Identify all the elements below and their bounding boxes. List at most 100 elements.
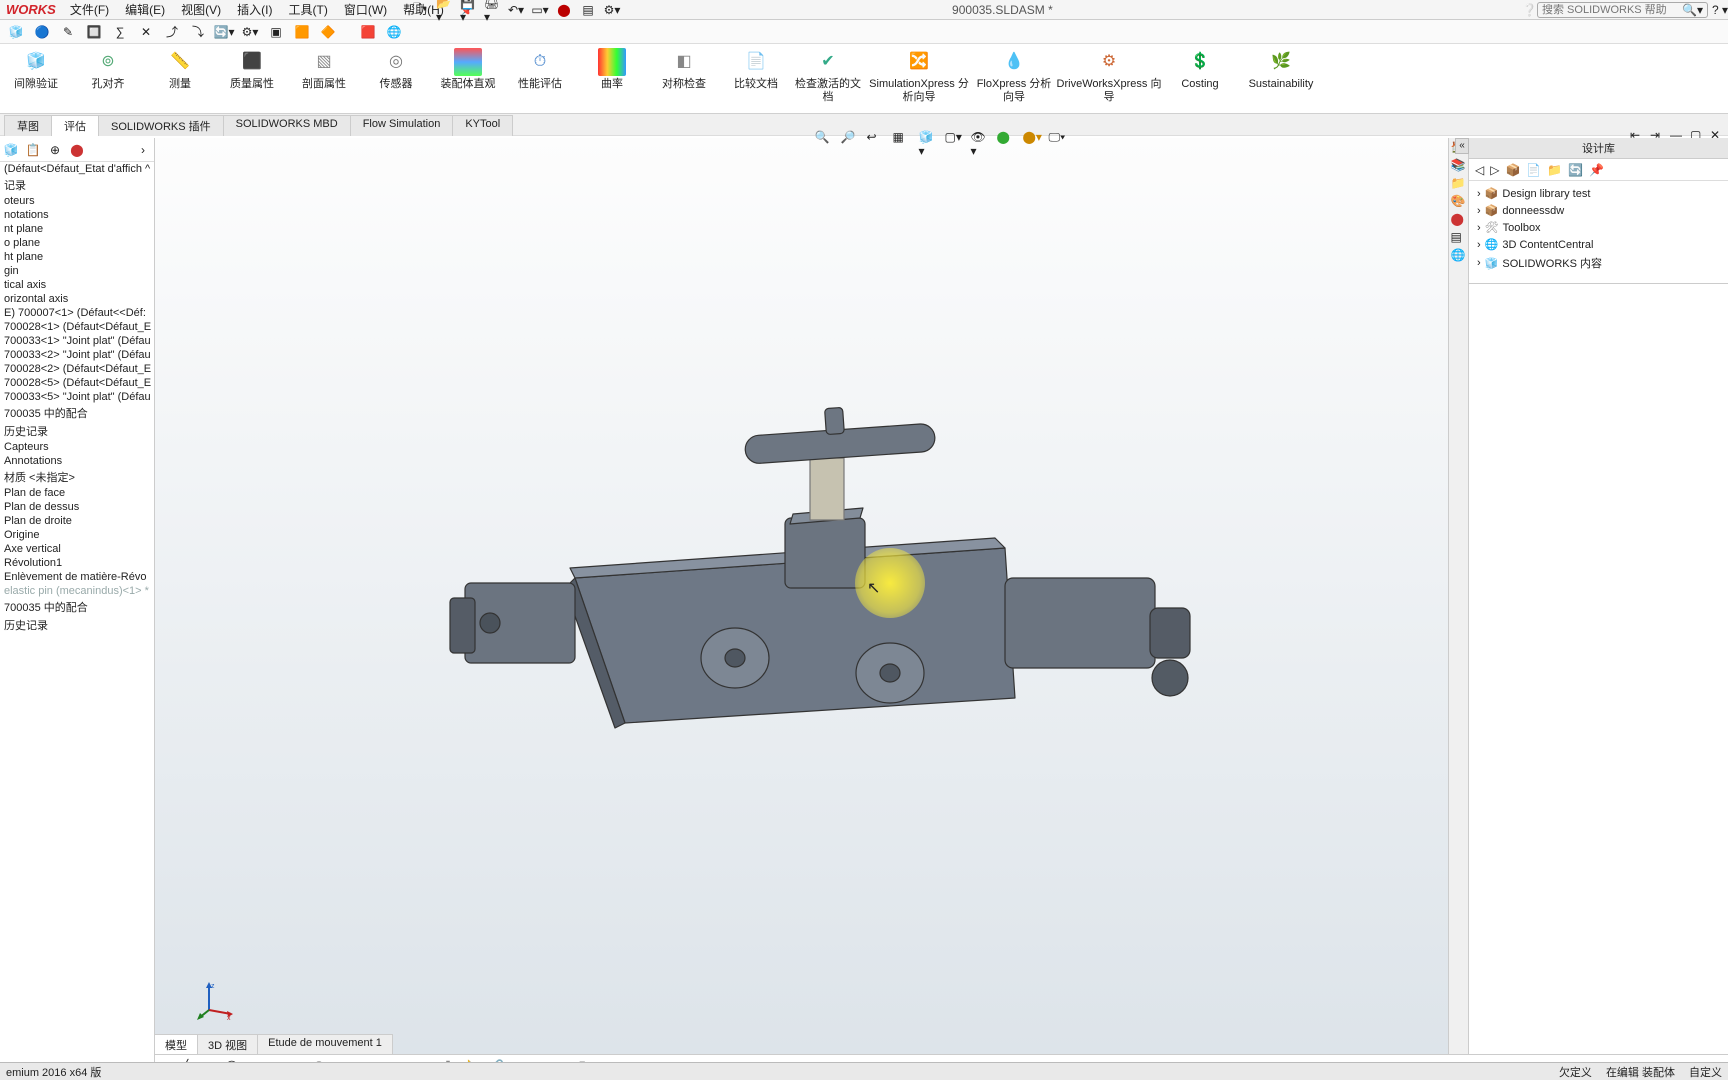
- menu-insert[interactable]: 插入(I): [229, 1, 280, 18]
- help-balloon-icon[interactable]: ❔: [1522, 3, 1537, 17]
- assembly-new-icon[interactable]: 🧊: [6, 22, 26, 42]
- feature-tree-item[interactable]: tical axis: [0, 278, 154, 292]
- ribbon-driveworks[interactable]: ⚙DriveWorksXpress 向导: [1054, 46, 1164, 104]
- sketch-icon[interactable]: ✎: [58, 22, 78, 42]
- tool-g-icon[interactable]: ▣: [266, 22, 286, 42]
- smart-dim-icon[interactable]: 🔲: [84, 22, 104, 42]
- ribbon-holealign[interactable]: ⊚孔对齐: [72, 46, 144, 91]
- dl-item[interactable]: ›📦Design library test: [1477, 185, 1720, 202]
- help-dropdown[interactable]: ? ▾: [1712, 3, 1728, 17]
- ribbon-floxpress[interactable]: 💧FloXpress 分析向导: [974, 46, 1054, 104]
- ribbon-sustain[interactable]: 🌿Sustainability: [1236, 46, 1326, 91]
- ribbon-asmvis[interactable]: 装配体直观: [432, 46, 504, 91]
- open-doc-icon[interactable]: 📂▾: [436, 2, 452, 18]
- feature-tree-item[interactable]: notations: [0, 208, 154, 222]
- zoom-area-icon[interactable]: 🔎: [841, 130, 861, 150]
- feature-tree-item[interactable]: 700028<2> (Défaut<Défaut_E: [0, 362, 154, 376]
- feature-tree-item[interactable]: Plan de dessus: [0, 500, 154, 514]
- view-settings-icon[interactable]: 🖵▾: [1049, 130, 1069, 150]
- apply-scene-icon[interactable]: ⬤▾: [1023, 130, 1043, 150]
- save-icon[interactable]: 💾▾: [460, 2, 476, 18]
- feature-tree[interactable]: (Défaut<Défaut_Etat d'affich ^记录oteursno…: [0, 162, 154, 1080]
- feature-tree-item[interactable]: 700028<5> (Défaut<Défaut_E: [0, 376, 154, 390]
- feature-tree-item[interactable]: Axe vertical: [0, 542, 154, 556]
- prev-view-icon[interactable]: ↩: [867, 130, 887, 150]
- tool-f-icon[interactable]: ⚙▾: [240, 22, 260, 42]
- ribbon-simxpress[interactable]: 🔀SimulationXpress 分析向导: [864, 46, 974, 104]
- help-search[interactable]: 🔍▾: [1537, 2, 1708, 18]
- dl-addfolder-icon[interactable]: 📁: [1547, 163, 1562, 177]
- doc-props-icon[interactable]: ▤: [580, 2, 596, 18]
- ribbon-curvature[interactable]: 曲率: [576, 46, 648, 91]
- edit-appearance-icon[interactable]: ⬤: [997, 130, 1017, 150]
- ribbon-symmetry[interactable]: ◧对称检查: [648, 46, 720, 91]
- tab-3dview[interactable]: 3D 视图: [198, 1035, 258, 1054]
- feature-tree-item[interactable]: Révolution1: [0, 556, 154, 570]
- feature-tree-item[interactable]: Annotations: [0, 454, 154, 468]
- feature-tree-item[interactable]: o plane: [0, 236, 154, 250]
- menu-view[interactable]: 视图(V): [173, 1, 229, 18]
- dl-addloc-icon[interactable]: 📦: [1505, 163, 1520, 177]
- feature-tree-item[interactable]: nt plane: [0, 222, 154, 236]
- feature-tree-item[interactable]: 历史记录: [0, 422, 154, 440]
- tab-model[interactable]: 模型: [155, 1035, 198, 1054]
- graphics-area[interactable]: 🔍 🔎 ↩ ▦ 🧊▾ ▢▾ 👁▾ ⬤ ⬤▾ 🖵▾ ⇤ ⇥ — ▢ ✕: [155, 138, 1728, 1080]
- feature-tree-item[interactable]: E) 700007<1> (Défaut<<Déf:: [0, 306, 154, 320]
- tab-flow[interactable]: Flow Simulation: [350, 115, 454, 136]
- ribbon-sensor[interactable]: ◎传感器: [360, 46, 432, 91]
- dl-tree[interactable]: ›📦Design library test ›📦donneessdw ›🛠Too…: [1469, 181, 1728, 277]
- feature-tree-item[interactable]: Origine: [0, 528, 154, 542]
- tab-mbd[interactable]: SOLIDWORKS MBD: [223, 115, 351, 136]
- fm-tab-prop-icon[interactable]: 📋: [24, 141, 42, 159]
- feature-tree-item[interactable]: 700035 中的配合: [0, 404, 154, 422]
- feature-tree-item[interactable]: 700033<5> "Joint plat" (Défau: [0, 390, 154, 404]
- options-icon[interactable]: ⚙▾: [604, 2, 620, 18]
- section-view-icon[interactable]: ▦: [893, 130, 913, 150]
- view-triad[interactable]: z x: [195, 980, 235, 1020]
- tp-designlib-icon[interactable]: 📚: [1451, 158, 1467, 174]
- ribbon-massprops[interactable]: ⬛质量属性: [216, 46, 288, 91]
- tool-c-icon[interactable]: ⤴: [162, 22, 182, 42]
- feature-tree-item[interactable]: 材质 <未指定>: [0, 468, 154, 486]
- tab-evaluate[interactable]: 评估: [51, 115, 99, 136]
- tool-a-icon[interactable]: ∑: [110, 22, 130, 42]
- dl-pin-icon[interactable]: 📌: [1589, 163, 1604, 177]
- fm-tab-expand-icon[interactable]: ›: [134, 141, 152, 159]
- tool-d-icon[interactable]: ⤵: [188, 22, 208, 42]
- ribbon-measure[interactable]: 📏测量: [144, 46, 216, 91]
- display-style-icon[interactable]: ▢▾: [945, 130, 965, 150]
- dl-item[interactable]: ›🛠Toolbox: [1477, 219, 1720, 236]
- ribbon-perf[interactable]: ⏱性能评估: [504, 46, 576, 91]
- undo-icon[interactable]: ↶▾: [508, 2, 524, 18]
- visualize-icon[interactable]: 🔵: [32, 22, 52, 42]
- feature-tree-item[interactable]: Enlèvement de matière-Révo: [0, 570, 154, 584]
- dl-addfile-icon[interactable]: 📄: [1526, 163, 1541, 177]
- feature-tree-item[interactable]: (Défaut<Défaut_Etat d'affich ^: [0, 162, 154, 176]
- feature-tree-item[interactable]: 700028<1> (Défaut<Défaut_E: [0, 320, 154, 334]
- feature-tree-item[interactable]: Plan de face: [0, 486, 154, 500]
- tab-kytool[interactable]: KYTool: [452, 115, 513, 136]
- fm-tab-config-icon[interactable]: ⊕: [46, 141, 64, 159]
- print-icon[interactable]: 🖨▾: [484, 2, 500, 18]
- feature-tree-item[interactable]: elastic pin (mecanindus)<1> *: [0, 584, 154, 598]
- status-custom[interactable]: 自定义: [1689, 1064, 1722, 1080]
- fm-tab-display-icon[interactable]: ⬤: [68, 141, 86, 159]
- tp-viewpal-icon[interactable]: 🎨: [1451, 194, 1467, 210]
- feature-tree-item[interactable]: oteurs: [0, 194, 154, 208]
- feature-tree-item[interactable]: 记录: [0, 176, 154, 194]
- ribbon-interference[interactable]: 🧊间隙验证: [0, 46, 72, 91]
- dl-back-icon[interactable]: ◁: [1475, 163, 1484, 177]
- feature-tree-item[interactable]: 历史记录: [0, 616, 154, 634]
- feature-tree-item[interactable]: orizontal axis: [0, 292, 154, 306]
- dl-item[interactable]: ›📦donneessdw: [1477, 202, 1720, 219]
- feature-tree-item[interactable]: ht plane: [0, 250, 154, 264]
- view-orient-icon[interactable]: 🧊▾: [919, 130, 939, 150]
- menu-window[interactable]: 窗口(W): [336, 1, 395, 18]
- tool-i-icon[interactable]: 🔶: [318, 22, 338, 42]
- fm-tab-tree-icon[interactable]: 🧊: [2, 141, 20, 159]
- tp-appear-icon[interactable]: ⬤: [1451, 212, 1467, 228]
- feature-tree-item[interactable]: Capteurs: [0, 440, 154, 454]
- tp-custom-icon[interactable]: ▤: [1451, 230, 1467, 246]
- feature-tree-item[interactable]: 700033<2> "Joint plat" (Défau: [0, 348, 154, 362]
- dl-item[interactable]: ›🌐3D ContentCentral: [1477, 236, 1720, 253]
